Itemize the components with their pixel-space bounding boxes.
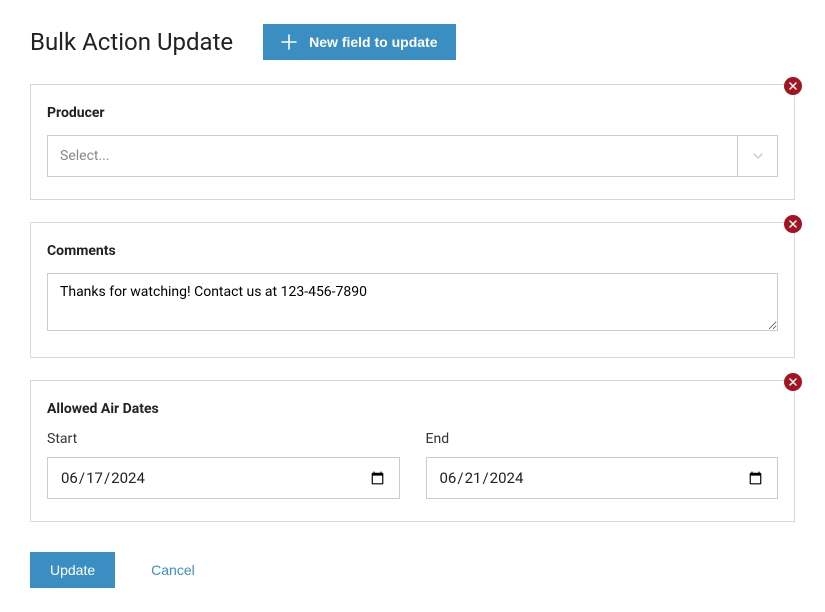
close-icon <box>789 82 797 90</box>
close-icon <box>789 220 797 228</box>
end-date-label: End <box>426 431 779 447</box>
close-icon <box>789 378 797 386</box>
air-dates-label: Allowed Air Dates <box>47 401 778 417</box>
producer-select[interactable]: Select... <box>47 135 778 177</box>
new-field-button[interactable]: New field to update <box>263 24 455 60</box>
plus-icon <box>281 34 297 50</box>
producer-label: Producer <box>47 105 778 121</box>
remove-comments-button[interactable] <box>784 215 802 233</box>
producer-card: Producer Select... <box>30 84 795 200</box>
update-button[interactable]: Update <box>30 552 115 588</box>
cancel-button[interactable]: Cancel <box>151 552 195 588</box>
air-dates-card: Allowed Air Dates Start End <box>30 380 795 522</box>
remove-air-dates-button[interactable] <box>784 373 802 391</box>
start-date-label: Start <box>47 431 400 447</box>
page-title: Bulk Action Update <box>30 28 233 56</box>
comments-label: Comments <box>47 243 778 259</box>
comments-card: Comments <box>30 222 795 358</box>
remove-producer-button[interactable] <box>784 77 802 95</box>
new-field-button-label: New field to update <box>309 34 437 50</box>
end-date-input[interactable] <box>426 457 779 499</box>
chevron-down-icon <box>737 136 777 176</box>
producer-select-placeholder: Select... <box>48 136 737 176</box>
comments-textarea[interactable] <box>47 273 778 331</box>
start-date-input[interactable] <box>47 457 400 499</box>
